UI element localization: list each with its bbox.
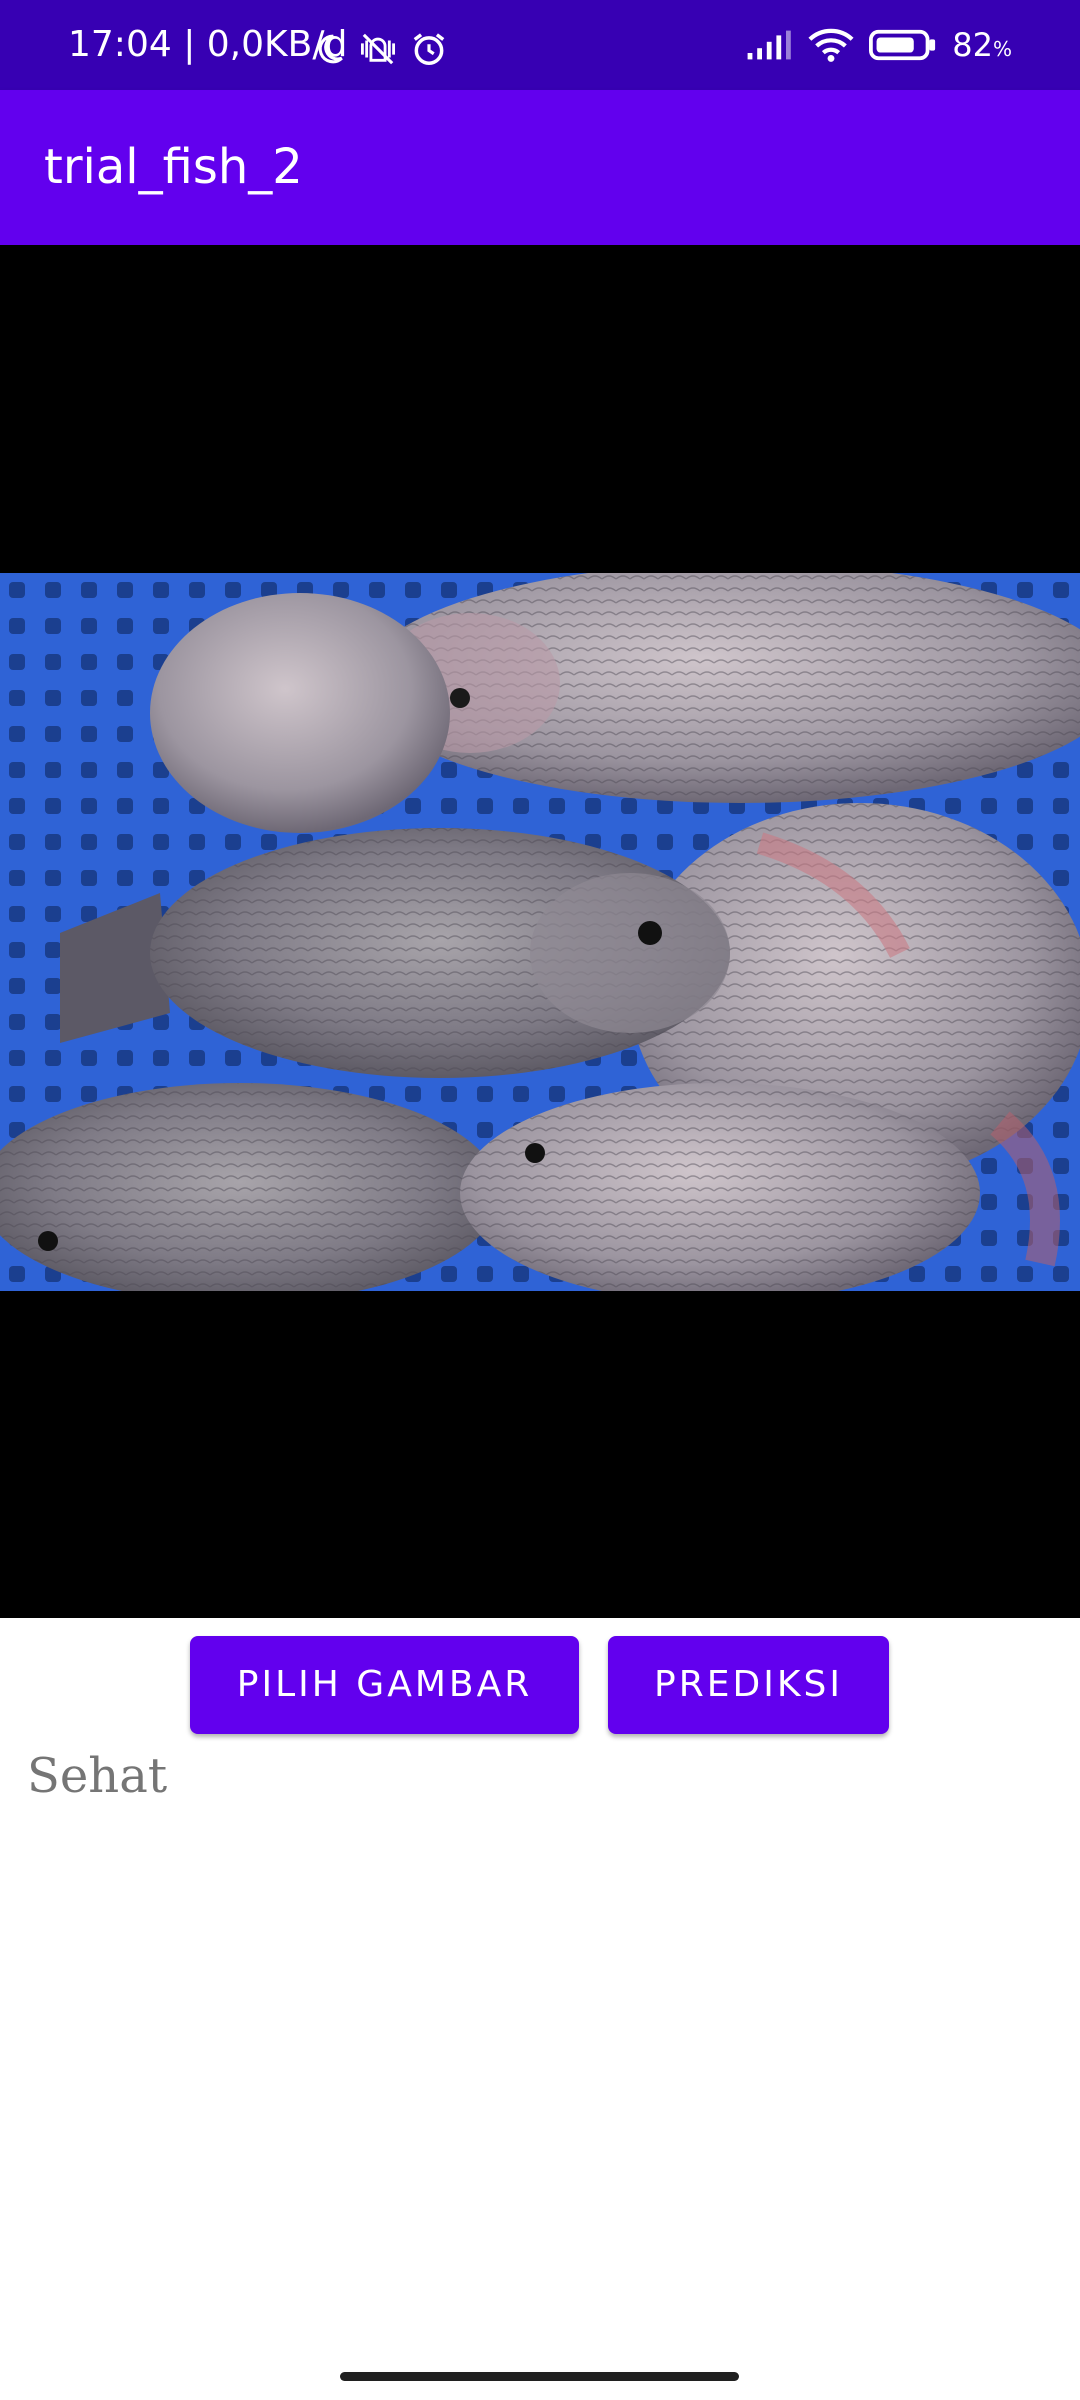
fish-photo xyxy=(0,573,1080,1291)
prediction-result: Sehat xyxy=(27,1748,168,1804)
status-right: 82% xyxy=(746,0,1012,90)
battery-icon xyxy=(869,29,936,61)
image-view xyxy=(0,245,1080,1618)
app-bar: trial_fish_2 xyxy=(0,90,1080,245)
home-indicator[interactable] xyxy=(340,2372,739,2381)
moon-icon xyxy=(318,34,343,64)
alarm-icon xyxy=(413,33,445,65)
app-title: trial_fish_2 xyxy=(44,139,303,195)
predict-button[interactable]: PREDIKSI xyxy=(608,1636,889,1734)
status-bar: 17:04 | 0,0KB/d 82% xyxy=(0,0,1080,90)
pick-image-button[interactable]: PILIH GAMBAR xyxy=(190,1636,579,1734)
wifi-icon xyxy=(808,28,854,62)
vibrate-off-icon xyxy=(361,33,395,65)
battery-percent: 82% xyxy=(952,26,1012,64)
status-left-icons xyxy=(312,30,448,68)
signal-icon xyxy=(747,30,792,60)
status-time: 17:04 | 0,0KB/d xyxy=(68,24,348,65)
